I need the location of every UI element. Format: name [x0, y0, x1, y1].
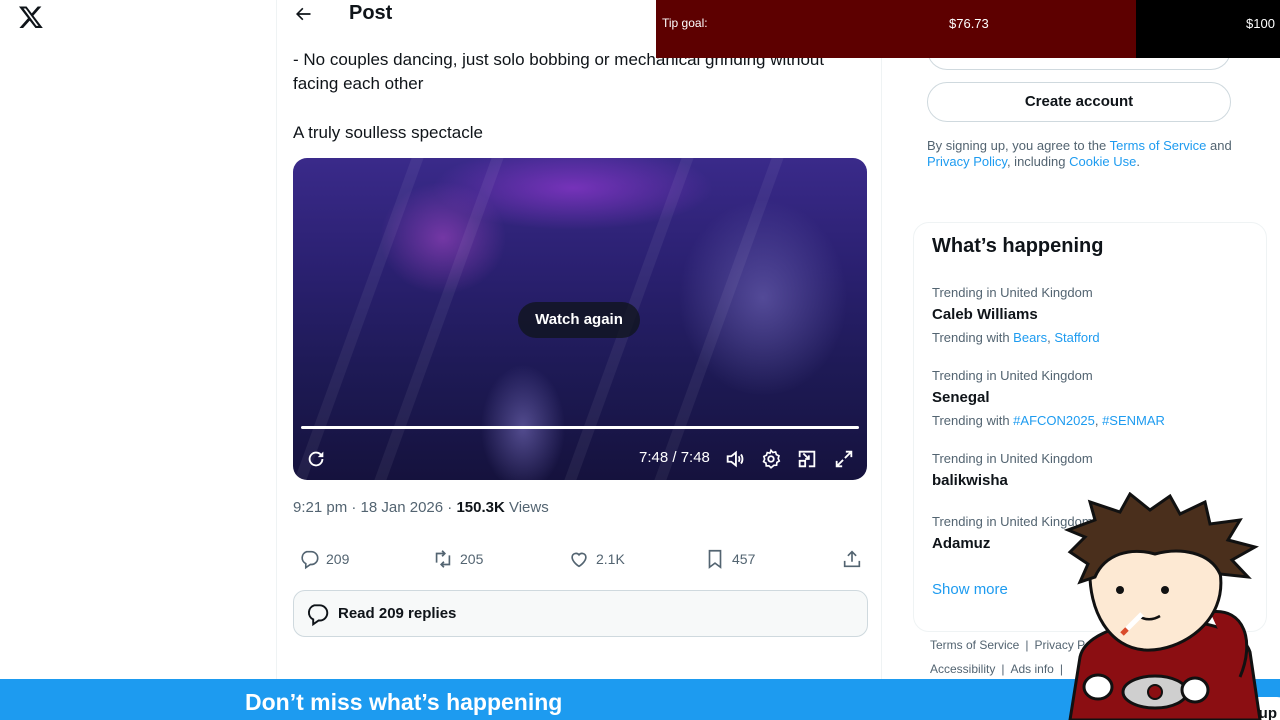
like-button[interactable]: 2.1K — [568, 546, 625, 572]
privacy-link[interactable]: Privacy Policy — [927, 154, 1007, 169]
banner-text: Don’t miss what’s happening — [245, 689, 563, 715]
repost-icon — [435, 550, 451, 568]
pip-icon[interactable] — [796, 448, 818, 470]
views-label: Views — [504, 499, 549, 516]
reply-button[interactable]: 209 — [298, 546, 349, 572]
signup-legal-text: By signing up, you agree to the Terms of… — [927, 138, 1232, 169]
tip-goal-overlay: Tip goal: $76.73 $100 — [656, 0, 1280, 58]
tip-goal-progress-fill — [656, 0, 1137, 58]
replay-icon[interactable] — [305, 448, 327, 470]
main-column: Post - No couples dancing, just solo bob… — [276, 0, 883, 720]
streamer-mascot-image — [1063, 492, 1262, 720]
trend-tag-link[interactable]: Bears — [1013, 330, 1047, 345]
video-player[interactable]: Watch again 7:48 / 7:48 — [293, 158, 867, 480]
show-more-link[interactable]: Show more — [932, 581, 1008, 598]
heart-icon — [571, 552, 587, 568]
trend-tag-link[interactable]: #AFCON2025 — [1013, 413, 1095, 428]
tip-goal-label: Tip goal: — [662, 16, 708, 30]
cookie-link[interactable]: Cookie Use — [1069, 154, 1136, 169]
trend-item[interactable]: Trending in United Kingdom Caleb William… — [932, 285, 1252, 345]
settings-icon[interactable] — [760, 448, 782, 470]
tip-goal-current: $76.73 — [949, 16, 989, 31]
reply-count: 209 — [326, 551, 350, 567]
terms-link[interactable]: Terms of Service — [1110, 138, 1207, 153]
page-title: Post — [349, 2, 393, 24]
trend-item[interactable]: Trending in United Kingdom balikwisha — [932, 451, 1252, 490]
trends-title: What’s happening — [932, 235, 1104, 257]
reply-icon — [301, 550, 319, 570]
bookmark-button[interactable]: 457 — [704, 546, 755, 572]
footer-terms-link[interactable]: Terms of Service — [930, 638, 1019, 652]
fullscreen-icon[interactable] — [833, 448, 855, 470]
like-count: 2.1K — [596, 551, 625, 567]
watch-again-button[interactable]: Watch again — [518, 302, 640, 338]
trend-item[interactable]: Trending in United Kingdom Senegal Trend… — [932, 368, 1252, 428]
views-count: 150.3K — [456, 499, 505, 516]
repost-button[interactable]: 205 — [432, 546, 483, 572]
trend-tag-link[interactable]: #SENMAR — [1102, 413, 1165, 428]
arrow-left-icon[interactable] — [293, 4, 313, 24]
tip-goal-target: $100 — [1246, 16, 1275, 31]
read-replies-label: Read 209 replies — [338, 605, 457, 622]
bookmark-icon — [708, 549, 722, 569]
share-button[interactable] — [841, 546, 869, 572]
share-icon — [843, 550, 861, 568]
video-time: 7:48 / 7:48 — [639, 449, 710, 466]
tweet-timestamp[interactable]: 9:21 pm · 18 Jan 2026 · — [293, 499, 456, 516]
x-logo-icon[interactable] — [18, 4, 44, 30]
video-progress-bar[interactable] — [301, 426, 859, 429]
tweet-actions: 209 205 2.1K 457 — [293, 546, 867, 572]
tweet-text-line: A truly soulless spectacle — [293, 123, 483, 142]
reply-bubble-icon — [307, 603, 329, 626]
tweet-meta: 9:21 pm · 18 Jan 2026 · 150.3K Views — [293, 499, 549, 516]
read-replies-button[interactable]: Read 209 replies — [293, 590, 868, 637]
footer-ads-link[interactable]: Ads info — [1010, 662, 1053, 676]
repost-count: 205 — [460, 551, 484, 567]
trend-tag-link[interactable]: Stafford — [1054, 330, 1099, 345]
bookmark-count: 457 — [732, 551, 756, 567]
create-account-button[interactable]: Create account — [927, 82, 1231, 122]
volume-icon[interactable] — [724, 448, 746, 470]
footer-accessibility-link[interactable]: Accessibility — [930, 662, 995, 676]
